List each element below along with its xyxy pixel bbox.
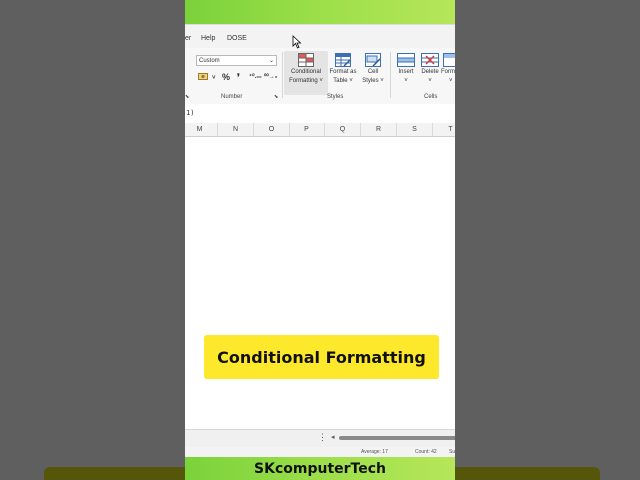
number-group-label: Number [221, 94, 243, 100]
conditional-formatting-icon [298, 53, 314, 67]
more-options-icon[interactable]: ⋮ [318, 432, 327, 443]
delete-cells-icon [421, 53, 439, 67]
tab-dose[interactable]: DOSE [227, 35, 247, 42]
status-sum: Su [449, 449, 455, 455]
format-button[interactable]: Form ˅ [441, 51, 455, 95]
caption-banner: Conditional Formatting [204, 335, 439, 379]
number-format-value: Custom [199, 58, 220, 64]
video-frame: er Help DOSE Custom ⌄ ˅ % ❜ ⁺⁰.₀₀ ⁰⁰→₀ N… [185, 0, 455, 480]
column-header[interactable]: N [218, 123, 254, 136]
caption-text: Conditional Formatting [217, 347, 426, 367]
column-header[interactable]: O [254, 123, 290, 136]
column-header[interactable]: M [185, 123, 218, 136]
top-banner [185, 0, 455, 24]
format-chevron: ˅ [449, 78, 453, 84]
channel-name: SKcomputerTech [254, 460, 386, 477]
worksheet-grid[interactable] [185, 137, 455, 429]
dialog-launcher-icon[interactable]: ⬊ [274, 94, 278, 100]
cell-styles-icon [365, 53, 381, 67]
format-as-table-icon [335, 53, 351, 67]
group-separator [282, 52, 283, 98]
status-count: Count: 42 [415, 449, 437, 455]
formula-bar[interactable]: 1) [185, 104, 455, 124]
number-format-dropdown[interactable]: Custom ⌄ [196, 55, 277, 66]
column-header[interactable]: R [361, 123, 397, 136]
horizontal-scrollbar-row: ⋮ ◂ [185, 429, 455, 447]
styles-group-label: Styles [327, 94, 344, 100]
ribbon-tabs: er Help DOSE [185, 24, 455, 49]
tab-help[interactable]: Help [201, 35, 215, 42]
channel-banner: SKcomputerTech [185, 457, 455, 480]
horizontal-scrollbar[interactable] [339, 436, 455, 440]
column-headers: M N O P Q R S T [185, 123, 455, 137]
chevron-down-icon[interactable]: ˅ [212, 75, 216, 81]
ribbon: Custom ⌄ ˅ % ❜ ⁺⁰.₀₀ ⁰⁰→₀ Number ⬊ ⬊ Con… [185, 48, 455, 105]
mouse-cursor-icon [292, 35, 302, 49]
percent-icon[interactable]: % [222, 72, 230, 82]
chevron-down-icon: ⌄ [268, 58, 274, 64]
column-header[interactable]: S [397, 123, 433, 136]
scroll-left-icon[interactable]: ◂ [331, 433, 335, 441]
formula-text: 1) [186, 109, 195, 117]
status-average: Average: 17 [361, 449, 388, 455]
column-header[interactable]: Q [325, 123, 361, 136]
cells-group-label: Cells [424, 94, 438, 100]
dialog-launcher-icon[interactable]: ⬊ [185, 94, 189, 100]
column-header[interactable]: P [289, 123, 325, 136]
format-cells-icon [443, 53, 455, 67]
tab-partial[interactable]: er [185, 35, 191, 42]
status-bar: Average: 17 Count: 42 Su [185, 447, 455, 457]
comma-style-icon[interactable]: ❜ [237, 72, 240, 83]
increase-decimal-icon[interactable]: ⁺⁰.₀₀ [249, 73, 262, 80]
decrease-decimal-icon[interactable]: ⁰⁰→₀ [264, 73, 278, 80]
currency-icon[interactable] [198, 72, 210, 83]
format-label: Form [441, 69, 455, 75]
column-header[interactable]: T [433, 123, 455, 136]
